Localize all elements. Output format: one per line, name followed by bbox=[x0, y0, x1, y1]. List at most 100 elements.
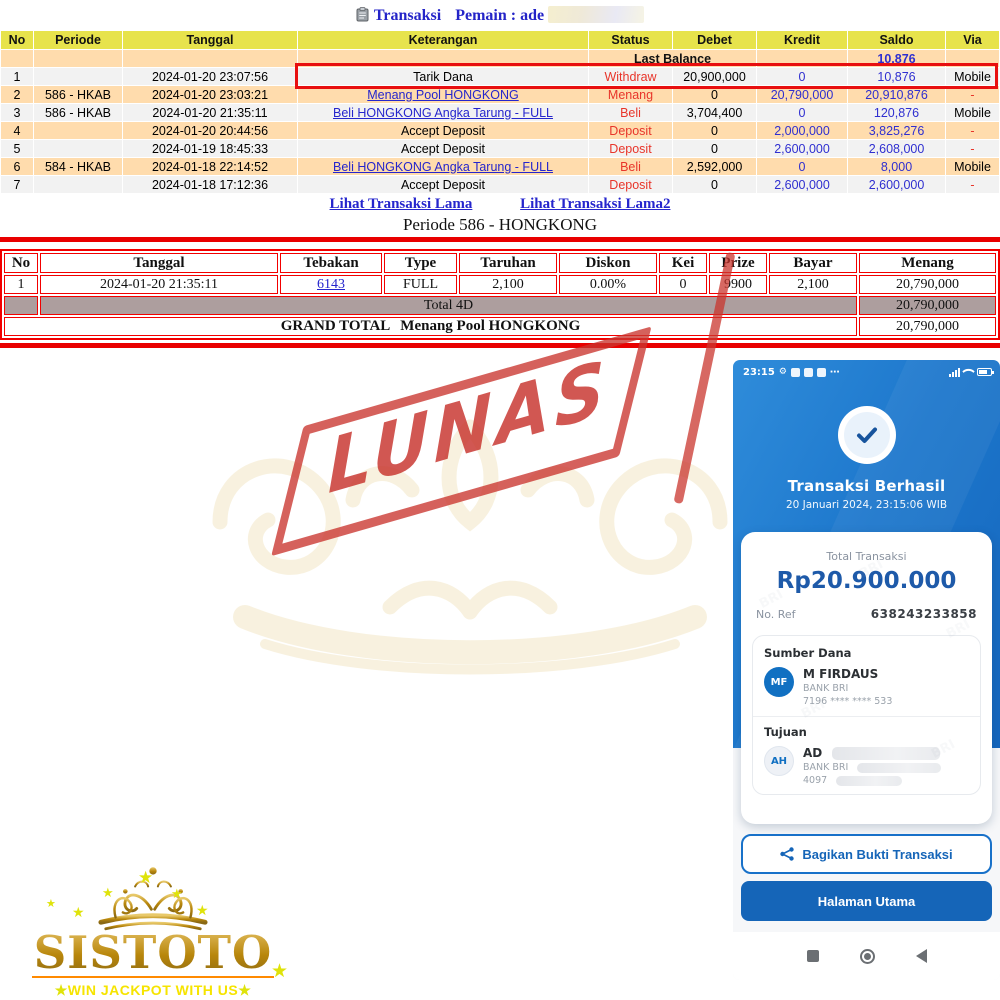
total-4d-label: Total 4D bbox=[40, 296, 857, 315]
dest-name: AD bbox=[803, 746, 822, 760]
stamp-frame bbox=[271, 326, 651, 556]
logo-underline bbox=[32, 976, 274, 978]
share-receipt-button[interactable]: Bagikan Bukti Transaksi bbox=[741, 834, 992, 874]
grand-total-row: GRAND TOTALMenang Pool HONGKONG 20,790,0… bbox=[4, 317, 996, 336]
star-icon: ★ bbox=[55, 982, 68, 998]
table-row: 4 2024-01-20 20:44:56 Accept Deposit Dep… bbox=[1, 122, 999, 139]
col-saldo: Saldo bbox=[848, 31, 945, 49]
logo-text: SISTOTO bbox=[28, 926, 278, 979]
periode-table: No Tanggal Tebakan Type Taruhan Diskon K… bbox=[0, 249, 1000, 340]
last-balance-label: Last Balance bbox=[589, 50, 756, 67]
total-transaksi-label: Total Transaksi bbox=[741, 550, 992, 563]
success-title: Transaksi Berhasil bbox=[733, 477, 1000, 495]
home-button-label: Halaman Utama bbox=[818, 894, 916, 909]
recents-icon[interactable] bbox=[807, 950, 819, 962]
star-icon: ★ bbox=[238, 982, 251, 998]
divider bbox=[753, 716, 980, 717]
history-links: Lihat Transaksi Lama Lihat Transaksi Lam… bbox=[0, 196, 1000, 213]
periode-table-section: No Tanggal Tebakan Type Taruhan Diskon K… bbox=[0, 237, 1000, 348]
success-datetime: 20 Januari 2024, 23:15:06 WIB bbox=[733, 499, 1000, 511]
col-periode: Periode bbox=[34, 31, 122, 49]
clipboard-icon bbox=[356, 7, 369, 22]
source-account-number: 7196 **** **** 533 bbox=[803, 696, 892, 707]
notification-icon bbox=[817, 368, 826, 377]
last-balance-row: Last Balance 10,876 bbox=[1, 50, 999, 67]
source-avatar: MF bbox=[764, 667, 794, 697]
share-icon bbox=[780, 847, 794, 861]
back-icon[interactable] bbox=[916, 949, 927, 963]
wifi-icon bbox=[962, 365, 975, 378]
total-4d-value: 20,790,000 bbox=[859, 296, 996, 315]
home-page-button[interactable]: Halaman Utama bbox=[741, 881, 992, 921]
source-bank: BANK BRI bbox=[803, 683, 892, 694]
star-icon: ★ bbox=[72, 905, 85, 921]
transactions-table: No Periode Tanggal Keterangan Status Deb… bbox=[0, 30, 1000, 194]
table-row: 7 2024-01-18 17:12:36 Accept Deposit Dep… bbox=[1, 176, 999, 193]
battery-icon bbox=[977, 368, 992, 376]
status-time: 23:15 bbox=[743, 367, 775, 378]
gear-icon: ⚙ bbox=[779, 367, 787, 377]
star-icon: ★ bbox=[46, 897, 56, 910]
col-status: Status bbox=[589, 31, 672, 49]
dest-bank-redaction bbox=[857, 763, 941, 773]
periode-title: Periode 586 - HONGKONG bbox=[0, 215, 1000, 235]
android-nav-bar bbox=[733, 932, 1000, 980]
table-row: 6 584 - HKAB 2024-01-18 22:14:52 Beli HO… bbox=[1, 158, 999, 175]
source-name: M FIRDAUS bbox=[803, 667, 892, 681]
lihat-transaksi-lama-link[interactable]: Lihat Transaksi Lama bbox=[330, 196, 473, 212]
total-4d-row: Total 4D 20,790,000 bbox=[4, 296, 996, 315]
share-button-label: Bagikan Bukti Transaksi bbox=[802, 847, 952, 862]
source-account: MF M FIRDAUS BANK BRI 7196 **** **** 533 bbox=[764, 667, 969, 707]
accounts-box: Sumber Dana MF M FIRDAUS BANK BRI 7196 *… bbox=[752, 635, 981, 795]
last-balance-value: 10,876 bbox=[848, 50, 945, 67]
keterangan-link[interactable]: Beli HONGKONG Angka Tarung - FULL bbox=[333, 106, 553, 120]
player-name-redaction bbox=[548, 6, 644, 23]
home-icon[interactable] bbox=[860, 949, 875, 964]
ref-value: 638243233858 bbox=[871, 607, 977, 621]
star-icon: ★ bbox=[102, 886, 114, 901]
dest-name-redaction bbox=[832, 747, 940, 760]
col-no: No bbox=[1, 31, 33, 49]
lihat-transaksi-lama2-link[interactable]: Lihat Transaksi Lama2 bbox=[520, 196, 670, 212]
total-amount: Rp20.900.000 bbox=[741, 568, 992, 594]
dest-avatar: AH bbox=[764, 746, 794, 776]
ref-label: No. Ref bbox=[756, 608, 796, 621]
keterangan-link[interactable]: Beli HONGKONG Angka Tarung - FULL bbox=[333, 160, 553, 174]
page-title: Transaksi Pemain : ade bbox=[0, 6, 1000, 25]
table-row: 2 586 - HKAB 2024-01-20 23:03:21 Menang … bbox=[1, 86, 999, 103]
tebakan-link[interactable]: 6143 bbox=[317, 277, 345, 292]
title-pemain: Pemain : ade bbox=[455, 7, 544, 24]
source-label: Sumber Dana bbox=[764, 646, 969, 660]
signal-icon bbox=[949, 368, 960, 377]
dest-label: Tujuan bbox=[764, 725, 969, 739]
col-debet: Debet bbox=[673, 31, 756, 49]
title-transaksi: Transaksi bbox=[374, 7, 441, 24]
periode-header-row: No Tanggal Tebakan Type Taruhan Diskon K… bbox=[4, 253, 996, 273]
logo-tagline: ★WIN JACKPOT WITH US★ bbox=[28, 982, 278, 999]
col-keterangan: Keterangan bbox=[298, 31, 588, 49]
dest-bank: BANK BRI bbox=[803, 762, 848, 773]
phone-status-bar: 23:15 ⚙ ⋯ bbox=[743, 365, 992, 379]
star-icon: ★ bbox=[196, 903, 209, 919]
table-row: 5 2024-01-19 18:45:33 Accept Deposit Dep… bbox=[1, 140, 999, 157]
notification-icon bbox=[804, 368, 813, 377]
stamp-text: LUNAS bbox=[296, 333, 642, 520]
star-icon: ★ bbox=[138, 868, 153, 888]
dest-account: AH AD BANK BRI 4097 bbox=[764, 746, 969, 786]
star-icon: ★ bbox=[171, 887, 183, 902]
table-row: 1 2024-01-20 23:07:56 Tarik Dana Withdra… bbox=[1, 68, 999, 85]
dest-account-number: 4097 bbox=[803, 775, 827, 786]
notification-icon bbox=[791, 368, 800, 377]
col-tanggal: Tanggal bbox=[123, 31, 297, 49]
phone-receipt: 23:15 ⚙ ⋯ Transaksi Berhasil 20 Januari … bbox=[733, 360, 1000, 980]
bet-row: 1 2024-01-20 21:35:11 6143 FULL 2,100 0.… bbox=[4, 275, 996, 294]
keterangan-link[interactable]: Menang Pool HONGKONG bbox=[367, 88, 518, 102]
col-kredit: Kredit bbox=[757, 31, 847, 49]
gold-ornament-watermark bbox=[190, 372, 750, 682]
col-via: Via bbox=[946, 31, 999, 49]
table-header-row: No Periode Tanggal Keterangan Status Deb… bbox=[1, 31, 999, 49]
table-row: 3 586 - HKAB 2024-01-20 21:35:11 Beli HO… bbox=[1, 104, 999, 121]
grand-total-desc: Menang Pool HONGKONG bbox=[400, 318, 580, 334]
grand-total-label: GRAND TOTAL bbox=[281, 318, 391, 334]
sistoto-logo: ★ ★ ★ ★ ★ ★ ★ SISTOTO ★WIN JACKPOT WITH … bbox=[28, 860, 296, 1000]
